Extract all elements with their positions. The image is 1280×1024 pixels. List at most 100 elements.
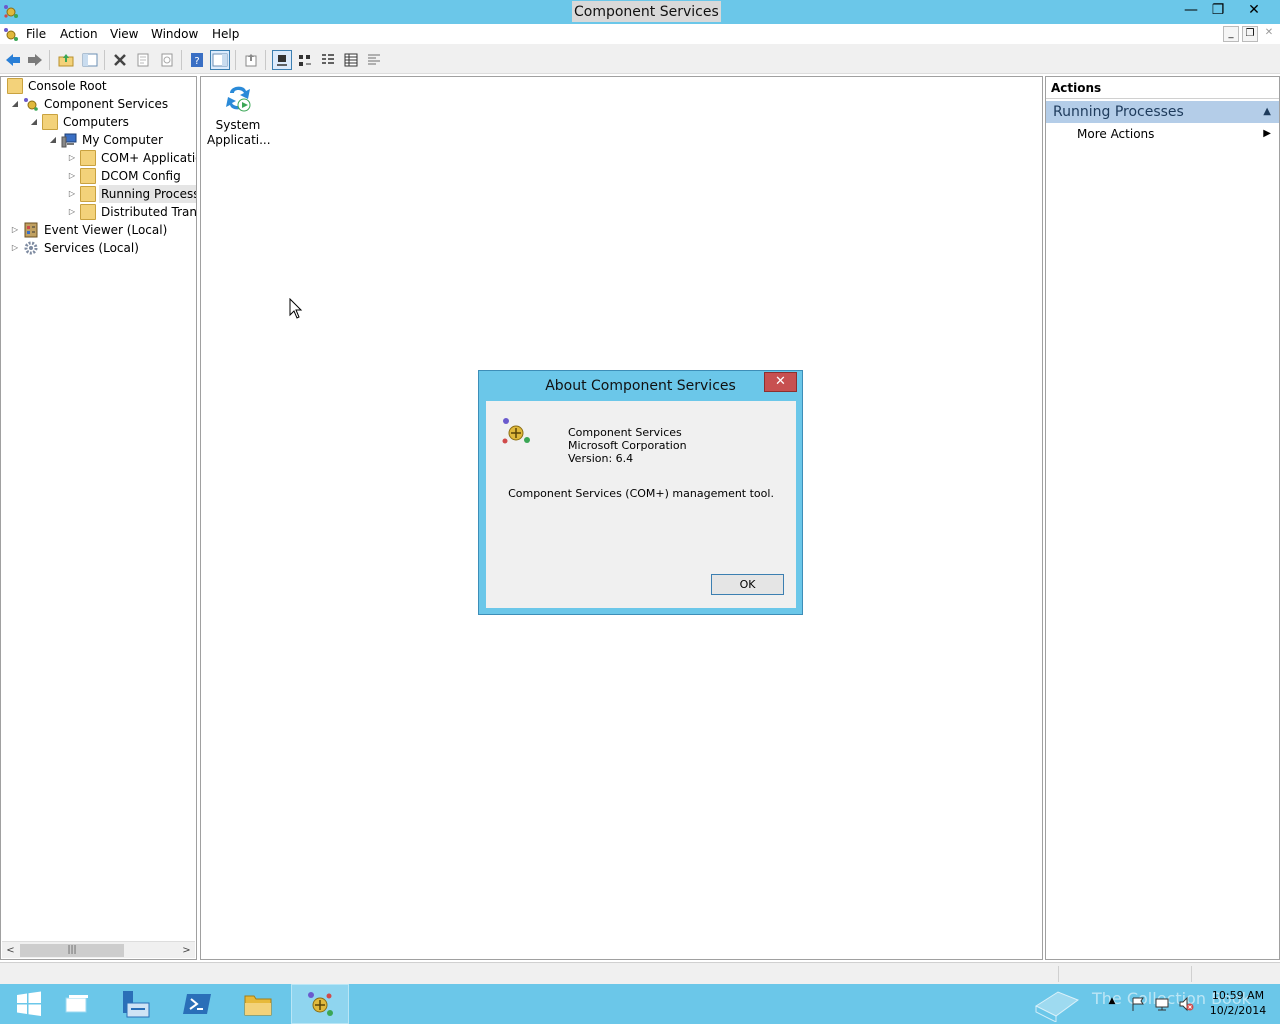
actions-header: Actions (1046, 77, 1279, 99)
mdi-restore-button[interactable]: ❐ (1242, 26, 1258, 42)
large-icons-view-icon[interactable] (272, 50, 292, 70)
menu-help[interactable]: Help (212, 27, 239, 41)
taskbar-task-view[interactable] (48, 984, 106, 1024)
horizontal-scrollbar[interactable]: < ||| > (2, 941, 195, 958)
show-hidden-icons-icon[interactable]: ▲ (1104, 996, 1120, 1012)
menu-file[interactable]: File (26, 27, 46, 41)
ok-button[interactable]: OK (711, 574, 784, 595)
expanded-triangle-icon[interactable]: ◢ (28, 113, 40, 131)
component-services-icon (24, 98, 38, 111)
collapsed-triangle-icon[interactable]: ▷ (66, 167, 78, 185)
delete-icon[interactable] (110, 50, 130, 70)
status-separator (1058, 966, 1059, 982)
minimize-button[interactable]: — (1177, 0, 1205, 20)
console-tree[interactable]: Console Root ◢ Component Services ◢ Comp… (0, 76, 197, 960)
back-arrow-icon[interactable] (3, 50, 23, 70)
properties-icon[interactable] (133, 50, 153, 70)
tree-item-label: COM+ Applications (101, 151, 196, 165)
show-hide-action-pane-icon[interactable] (210, 50, 230, 70)
refresh-icon[interactable] (157, 50, 177, 70)
svg-text:?: ? (194, 56, 199, 67)
expanded-triangle-icon[interactable]: ◢ (9, 95, 21, 113)
tree-item-distributed-transaction-coordinator[interactable]: ▷ Distributed Transaction Coordinator (66, 203, 196, 221)
tree-item-computers[interactable]: ◢ Computers (28, 113, 131, 131)
event-viewer-icon (24, 222, 38, 238)
menu-view[interactable]: View (110, 27, 138, 41)
restore-button[interactable]: ❐ (1204, 0, 1232, 20)
expanded-triangle-icon[interactable]: ◢ (47, 131, 59, 149)
tree-item-component-services[interactable]: ◢ Component Services (9, 95, 170, 113)
mdi-minimize-button[interactable]: _ (1223, 26, 1239, 42)
actions-pane: Actions Running Processes ▲ More Actions… (1045, 76, 1280, 960)
system-clock[interactable]: 10:59 AM 10/2/2014 (1208, 988, 1268, 1018)
component-services-icon (308, 992, 333, 1016)
taskbar-server-manager[interactable] (106, 984, 164, 1024)
collapsed-triangle-icon[interactable]: ▷ (66, 203, 78, 221)
actions-section-running-processes[interactable]: Running Processes ▲ (1046, 101, 1279, 123)
export-list-icon[interactable] (241, 50, 261, 70)
small-icons-view-icon[interactable] (295, 50, 315, 70)
company-name: Microsoft Corporation (568, 439, 687, 452)
menu-action[interactable]: Action (60, 27, 98, 41)
collapsed-triangle-icon[interactable]: ▷ (9, 239, 21, 257)
folder-icon (80, 186, 96, 202)
list-view-icon[interactable] (318, 50, 338, 70)
show-hide-console-tree-icon[interactable] (80, 50, 100, 70)
mouse-cursor-icon (289, 298, 303, 319)
network-icon[interactable] (1154, 996, 1170, 1012)
gear-icon (24, 241, 38, 255)
section-label: Running Processes (1053, 104, 1184, 120)
clock-time: 10:59 AM (1211, 989, 1265, 1002)
system-application-item[interactable]: System Applicati... (207, 81, 271, 148)
status-view-icon[interactable] (364, 50, 384, 70)
submenu-arrow-icon: ▶ (1263, 128, 1271, 139)
menu-window[interactable]: Window (151, 27, 198, 41)
status-separator (1191, 966, 1192, 982)
tree-item-running-processes[interactable]: ▷ Running Processes (66, 185, 196, 203)
tree-item-label: Component Services (44, 97, 169, 111)
component-services-icon[interactable] (3, 3, 19, 19)
up-folder-icon[interactable] (56, 50, 76, 70)
help-icon[interactable]: ? (187, 50, 207, 70)
tree-item-console-root[interactable]: Console Root (5, 77, 109, 95)
toolbar-separator (181, 50, 182, 70)
tree-item-label: Event Viewer (Local) (44, 223, 168, 237)
folder-icon (80, 150, 96, 166)
collapsed-triangle-icon[interactable]: ▷ (9, 221, 21, 239)
clock-date: 10/2/2014 (1209, 1004, 1267, 1017)
action-center-flag-icon[interactable] (1130, 996, 1146, 1012)
system-menu-icon[interactable] (3, 26, 19, 42)
toolbar-separator (235, 50, 236, 70)
collapsed-triangle-icon[interactable]: ▷ (66, 185, 78, 203)
detail-view-icon[interactable] (341, 50, 361, 70)
component-services-logo-icon (502, 418, 530, 444)
collapse-caret-icon[interactable]: ▲ (1263, 101, 1271, 123)
tree-item-services[interactable]: ▷ Services (Local) (9, 239, 141, 257)
scroll-left-icon[interactable]: < (2, 942, 19, 959)
item-label-line2: Applicati... (207, 133, 271, 147)
tree-item-label: DCOM Config (101, 169, 181, 183)
collapsed-triangle-icon[interactable]: ▷ (66, 149, 78, 167)
tree-item-label: Running Processes (99, 185, 196, 203)
volume-muted-icon[interactable] (1178, 996, 1194, 1012)
tree-item-event-viewer[interactable]: ▷ Event Viewer (Local) (9, 221, 169, 239)
scroll-right-icon[interactable]: > (178, 942, 195, 959)
more-actions-label: More Actions (1077, 127, 1155, 141)
more-actions-item[interactable]: More Actions ▶ (1046, 123, 1279, 145)
tree-item-my-computer[interactable]: ◢ My Computer (47, 131, 165, 149)
taskbar: The Collection Book ▲ 10:59 AM 10/2/2014 (0, 984, 1280, 1024)
scroll-thumb[interactable]: ||| (20, 944, 124, 957)
item-label-line1: System (215, 118, 261, 132)
tree-item-com-applications[interactable]: ▷ COM+ Applications (66, 149, 196, 167)
taskbar-component-services[interactable] (291, 984, 349, 1024)
taskbar-powershell[interactable] (168, 984, 226, 1024)
dialog-close-button[interactable]: ✕ (764, 372, 797, 392)
taskbar-file-explorer[interactable] (229, 984, 287, 1024)
tree-item-label: Services (Local) (44, 241, 139, 255)
close-button[interactable]: ✕ (1240, 0, 1268, 20)
dialog-title: About Component Services (545, 378, 736, 394)
mdi-close-button[interactable]: ✕ (1261, 26, 1277, 42)
forward-arrow-icon[interactable] (25, 50, 45, 70)
tree-item-dcom-config[interactable]: ▷ DCOM Config (66, 167, 183, 185)
product-name: Component Services (568, 426, 682, 439)
